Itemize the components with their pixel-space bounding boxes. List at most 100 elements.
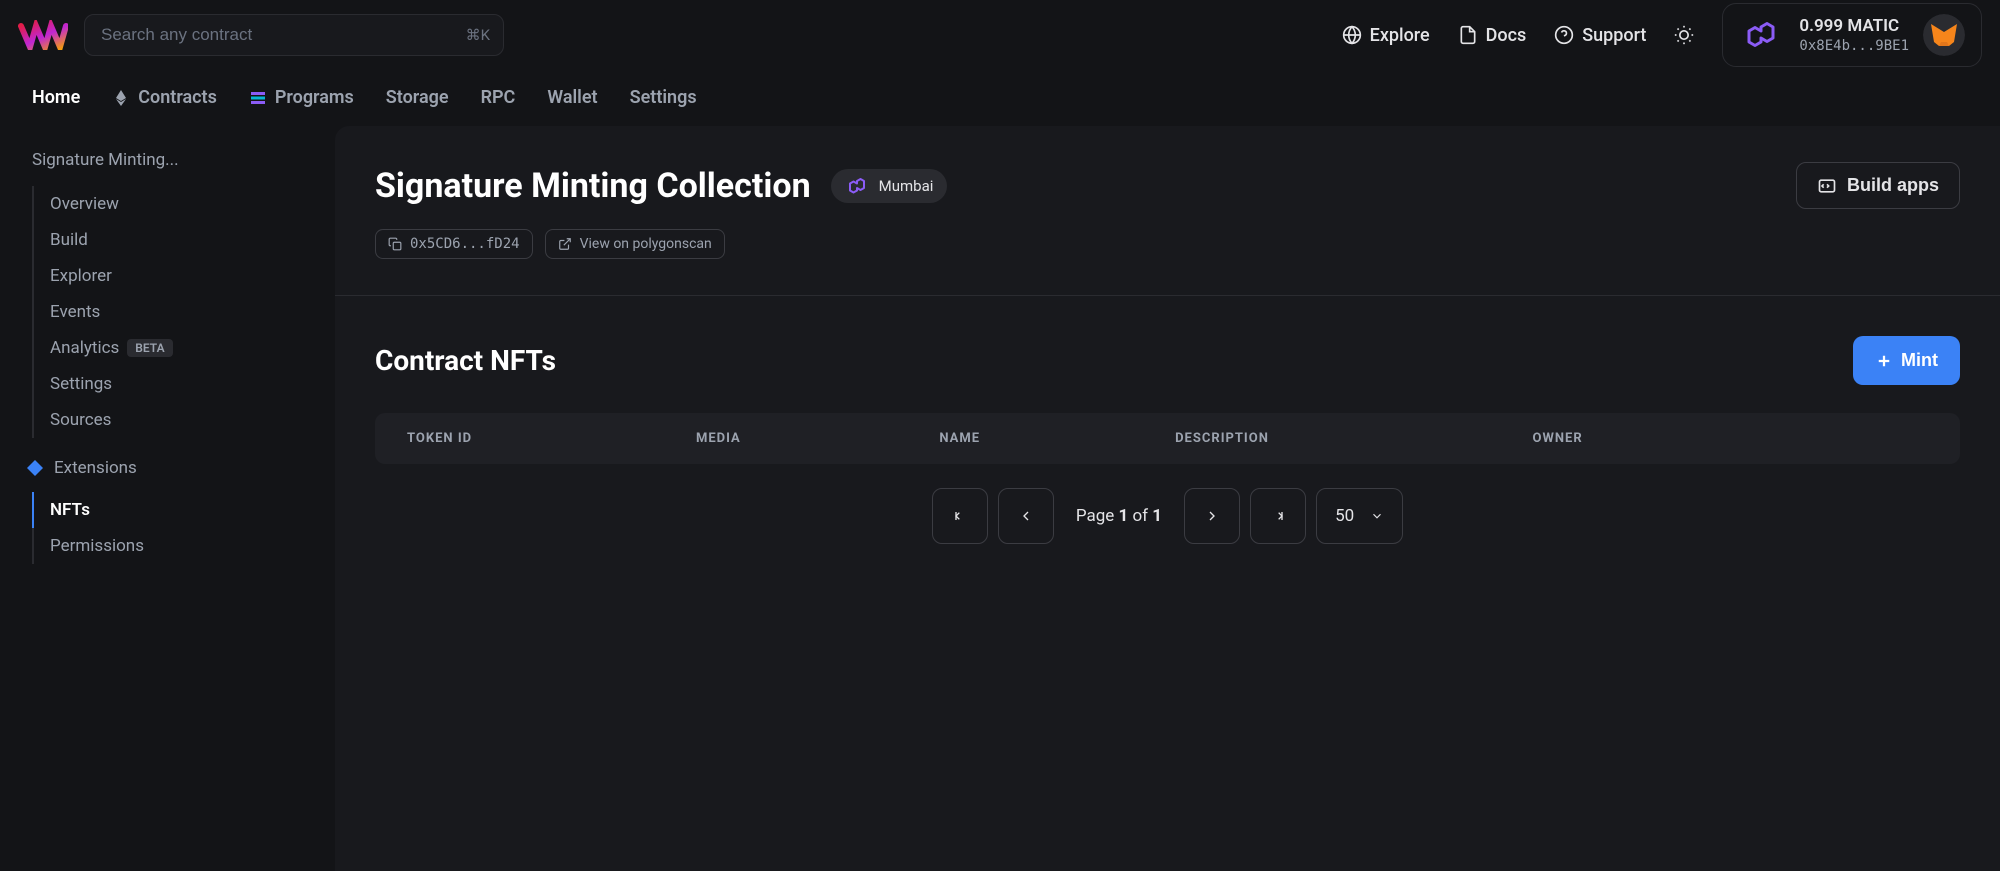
- col-tokenid: TOKEN ID: [407, 431, 696, 446]
- col-owner: OWNER: [1533, 431, 1928, 446]
- sidebar-item-settings[interactable]: Settings: [50, 366, 303, 402]
- page-info: Page 1 of 1: [1076, 506, 1162, 526]
- content-header: Signature Minting Collection Mumbai Buil…: [335, 126, 2000, 296]
- page-size-value: 50: [1335, 506, 1354, 526]
- network-badge: Mumbai: [831, 169, 948, 203]
- col-name: NAME: [939, 431, 1175, 446]
- globe-icon: [1342, 25, 1362, 45]
- mint-label: Mint: [1901, 350, 1938, 371]
- metamask-avatar-icon: [1923, 14, 1965, 56]
- help-icon: [1554, 25, 1574, 45]
- wallet-info[interactable]: 0.999 MATIC 0x8E4b...9BE1: [1722, 3, 1982, 67]
- nav-tab-wallet[interactable]: Wallet: [547, 73, 597, 122]
- logo[interactable]: [18, 20, 68, 50]
- section-title: Contract NFTs: [375, 344, 556, 377]
- search-container: ⌘K: [84, 14, 504, 56]
- nav-tab-contracts[interactable]: Contracts: [112, 73, 217, 122]
- nav-storage-label: Storage: [386, 87, 449, 108]
- sidebar-item-analytics[interactable]: Analytics BETA: [50, 330, 303, 366]
- col-description: DESCRIPTION: [1175, 431, 1532, 446]
- sidebar-nfts-label: NFTs: [50, 500, 90, 520]
- docs-link[interactable]: Docs: [1458, 25, 1527, 46]
- sidebar-item-build[interactable]: Build: [50, 222, 303, 258]
- sidebar-events-label: Events: [50, 302, 100, 322]
- page-first-button[interactable]: [932, 488, 988, 544]
- search-shortcut: ⌘K: [466, 26, 490, 44]
- view-explorer-chip[interactable]: View on polygonscan: [545, 229, 725, 259]
- beta-badge: BETA: [127, 339, 172, 357]
- sidebar: Signature Minting... Overview Build Expl…: [0, 126, 335, 871]
- network-label: Mumbai: [879, 177, 934, 195]
- of-label: of: [1132, 506, 1148, 526]
- sidebar-sources-label: Sources: [50, 410, 111, 430]
- nav-tab-storage[interactable]: Storage: [386, 73, 449, 122]
- explore-label: Explore: [1370, 25, 1430, 46]
- chevrons-right-icon: [1270, 508, 1286, 524]
- explore-link[interactable]: Explore: [1342, 25, 1430, 46]
- sidebar-extensions-section: NFTs Permissions: [32, 492, 303, 564]
- view-explorer-text: View on polygonscan: [580, 236, 712, 252]
- document-icon: [1458, 25, 1478, 45]
- nav-contracts-label: Contracts: [138, 87, 217, 108]
- contract-address-text: 0x5CD6...fD24: [410, 236, 520, 252]
- header-right: Explore Docs Support 0.999 MATIC 0x8E4b.…: [1342, 3, 1982, 67]
- meta-row: 0x5CD6...fD24 View on polygonscan: [375, 229, 1960, 259]
- sidebar-settings-label: Settings: [50, 374, 112, 394]
- current-page: 1: [1118, 506, 1128, 526]
- col-media: MEDIA: [696, 431, 939, 446]
- theme-toggle[interactable]: [1674, 25, 1694, 45]
- build-apps-label: Build apps: [1847, 175, 1939, 196]
- page-next-button[interactable]: [1184, 488, 1240, 544]
- mint-button[interactable]: Mint: [1853, 336, 1960, 385]
- sidebar-item-permissions[interactable]: Permissions: [50, 528, 303, 564]
- nav-tab-rpc[interactable]: RPC: [481, 73, 516, 122]
- support-link[interactable]: Support: [1554, 25, 1646, 46]
- nav-tab-home[interactable]: Home: [32, 73, 80, 122]
- sidebar-item-explorer[interactable]: Explorer: [50, 258, 303, 294]
- thirdweb-logo-icon: [18, 20, 68, 50]
- sidebar-build-label: Build: [50, 230, 88, 250]
- search-input[interactable]: [84, 14, 504, 56]
- nav-tab-settings[interactable]: Settings: [630, 73, 697, 122]
- page-title: Signature Minting Collection: [375, 166, 811, 206]
- title-left: Signature Minting Collection Mumbai: [375, 166, 947, 206]
- pagination: Page 1 of 1 50: [375, 488, 1960, 544]
- copy-icon: [388, 237, 402, 251]
- plus-icon: [1875, 352, 1893, 370]
- contract-address-chip[interactable]: 0x5CD6...fD24: [375, 229, 533, 259]
- wallet-details: 0.999 MATIC 0x8E4b...9BE1: [1799, 16, 1909, 54]
- solana-icon: [249, 89, 267, 107]
- sidebar-item-nfts[interactable]: NFTs: [50, 492, 303, 528]
- page-prev-button[interactable]: [998, 488, 1054, 544]
- table-header: TOKEN ID MEDIA NAME DESCRIPTION OWNER: [375, 413, 1960, 464]
- external-link-icon: [558, 237, 572, 251]
- wallet-address: 0x8E4b...9BE1: [1799, 38, 1909, 54]
- sidebar-contract-name: Signature Minting...: [32, 150, 303, 170]
- chevron-right-icon: [1204, 508, 1220, 524]
- nav-tab-programs[interactable]: Programs: [249, 73, 354, 122]
- page-last-button[interactable]: [1250, 488, 1306, 544]
- code-icon: [1817, 176, 1837, 196]
- build-apps-button[interactable]: Build apps: [1796, 162, 1960, 209]
- sidebar-item-events[interactable]: Events: [50, 294, 303, 330]
- page-label: Page: [1076, 506, 1114, 526]
- top-header: ⌘K Explore Docs Support 0.999 MATIC 0x8E…: [0, 0, 2000, 70]
- page-size-select[interactable]: 50: [1316, 488, 1403, 544]
- nav-programs-label: Programs: [275, 87, 354, 108]
- section-header: Contract NFTs Mint: [375, 336, 1960, 385]
- sidebar-item-sources[interactable]: Sources: [50, 402, 303, 438]
- chevron-down-icon: [1370, 509, 1384, 523]
- sidebar-explorer-label: Explorer: [50, 266, 112, 286]
- nav-wallet-label: Wallet: [547, 87, 597, 108]
- sidebar-analytics-label: Analytics: [50, 338, 119, 358]
- chevrons-left-icon: [952, 508, 968, 524]
- content-body: Contract NFTs Mint TOKEN ID MEDIA NAME D…: [335, 296, 2000, 584]
- sidebar-main-section: Overview Build Explorer Events Analytics…: [32, 186, 303, 438]
- sidebar-overview-label: Overview: [50, 194, 119, 214]
- content-area: Signature Minting Collection Mumbai Buil…: [335, 126, 2000, 871]
- chevron-left-icon: [1018, 508, 1034, 524]
- diamond-icon: [26, 459, 44, 477]
- sidebar-item-overview[interactable]: Overview: [50, 186, 303, 222]
- sidebar-permissions-label: Permissions: [50, 536, 144, 556]
- ethereum-icon: [112, 89, 130, 107]
